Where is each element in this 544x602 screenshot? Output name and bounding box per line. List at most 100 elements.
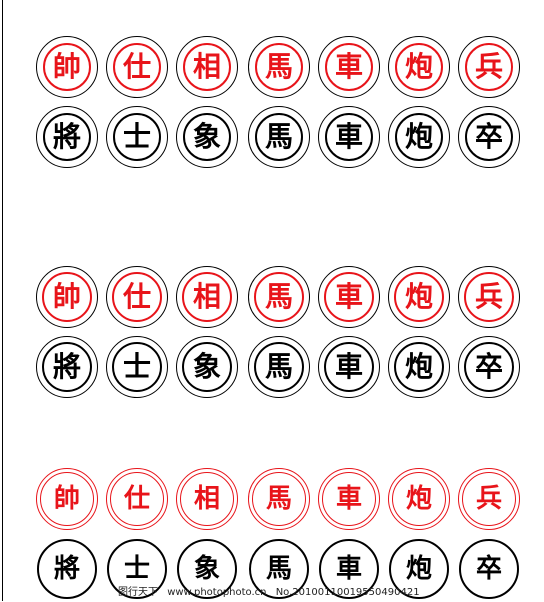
red-chess-piece: 相 bbox=[176, 468, 238, 530]
piece-character: 卒 bbox=[474, 120, 503, 153]
piece-character: 兵 bbox=[474, 50, 503, 83]
piece-inner-ring: 象 bbox=[182, 342, 232, 392]
piece-inner-ring: 相 bbox=[183, 43, 231, 91]
black-chess-piece: 車 bbox=[318, 336, 380, 398]
piece-inner-ring: 車 bbox=[325, 113, 373, 161]
piece-character: 象 bbox=[192, 120, 221, 153]
piece-character: 將 bbox=[52, 120, 81, 153]
watermark-url: www.photophoto.cn bbox=[167, 587, 267, 598]
piece-inner-ring: 馬 bbox=[254, 342, 304, 392]
black-piece-row: 將 士象馬 車 炮 卒 bbox=[0, 336, 544, 400]
piece-inner-ring: 炮 bbox=[394, 272, 444, 322]
red-chess-piece: 仕 bbox=[106, 36, 168, 98]
piece-character: 士 bbox=[123, 554, 150, 584]
piece-character: 將 bbox=[52, 350, 81, 383]
piece-character: 仕 bbox=[123, 484, 150, 514]
piece-character: 相 bbox=[192, 50, 221, 83]
piece-inner-ring: 仕 bbox=[110, 472, 164, 526]
piece-inner-ring: 炮 bbox=[392, 472, 446, 526]
piece-character: 車 bbox=[334, 120, 363, 153]
black-chess-piece: 馬 bbox=[248, 336, 310, 398]
black-chess-piece: 將 bbox=[36, 538, 98, 600]
piece-character: 馬 bbox=[264, 350, 293, 383]
piece-character: 車 bbox=[335, 484, 362, 514]
red-chess-piece: 相 bbox=[176, 266, 238, 328]
black-chess-piece: 象 bbox=[176, 106, 238, 168]
red-chess-piece: 馬 bbox=[248, 36, 310, 98]
piece-inner-ring: 帥 bbox=[40, 472, 94, 526]
red-chess-piece: 炮 bbox=[388, 36, 450, 98]
red-chess-piece: 帥 bbox=[36, 36, 98, 98]
piece-inner-ring: 炮 bbox=[395, 43, 443, 91]
piece-character: 馬 bbox=[265, 484, 292, 514]
piece-character: 仕 bbox=[122, 280, 151, 313]
piece-inner-ring: 兵 bbox=[465, 43, 513, 91]
watermark-number: No.20100110019550490421 bbox=[275, 587, 420, 598]
red-chess-piece: 兵 bbox=[458, 468, 520, 530]
red-piece-row: 帥 仕 相 馬 車炮兵 bbox=[0, 266, 544, 330]
piece-character: 兵 bbox=[475, 484, 502, 514]
piece-character: 帥 bbox=[53, 484, 80, 514]
black-chess-piece: 馬 bbox=[248, 106, 310, 168]
red-chess-piece: 炮 bbox=[388, 468, 450, 530]
piece-character: 將 bbox=[53, 554, 80, 584]
red-chess-piece: 炮 bbox=[388, 266, 450, 328]
black-chess-piece: 車 bbox=[318, 106, 380, 168]
red-chess-piece: 車 bbox=[318, 266, 380, 328]
piece-character: 象 bbox=[193, 554, 220, 584]
red-chess-piece: 相 bbox=[176, 36, 238, 98]
red-chess-piece: 車 bbox=[318, 36, 380, 98]
piece-inner-ring: 仕 bbox=[113, 43, 161, 91]
piece-character: 炮 bbox=[405, 484, 432, 514]
piece-character: 炮 bbox=[404, 120, 433, 153]
red-chess-piece: 仕 bbox=[106, 266, 168, 328]
black-chess-piece: 象 bbox=[176, 336, 238, 398]
piece-inner-ring: 車 bbox=[324, 342, 374, 392]
piece-character: 士 bbox=[122, 120, 151, 153]
watermark-site-name: 图行天下 bbox=[118, 587, 158, 598]
red-chess-piece: 馬 bbox=[248, 266, 310, 328]
black-chess-piece: 將 bbox=[36, 336, 98, 398]
piece-inner-ring: 將 bbox=[43, 113, 91, 161]
piece-character: 炮 bbox=[404, 50, 433, 83]
piece-inner-ring: 炮 bbox=[394, 342, 444, 392]
piece-character: 馬 bbox=[264, 280, 293, 313]
red-chess-piece: 兵 bbox=[458, 36, 520, 98]
piece-character: 馬 bbox=[265, 554, 292, 584]
red-chess-piece: 帥 bbox=[36, 266, 98, 328]
piece-character: 卒 bbox=[474, 350, 503, 383]
piece-inner-ring: 兵 bbox=[464, 272, 514, 322]
red-chess-piece: 兵 bbox=[458, 266, 520, 328]
piece-character: 炮 bbox=[404, 350, 433, 383]
piece-inner-ring: 象 bbox=[183, 113, 231, 161]
piece-character: 馬 bbox=[264, 50, 293, 83]
piece-inner-ring: 馬 bbox=[252, 472, 306, 526]
piece-inner-ring: 卒 bbox=[464, 342, 514, 392]
piece-inner-ring: 馬 bbox=[255, 113, 303, 161]
piece-inner-ring: 車 bbox=[325, 43, 373, 91]
piece-inner-ring: 士 bbox=[113, 113, 161, 161]
red-chess-piece: 仕 bbox=[106, 468, 168, 530]
piece-character: 帥 bbox=[52, 280, 81, 313]
piece-inner-ring: 馬 bbox=[254, 272, 304, 322]
black-chess-piece: 士 bbox=[106, 106, 168, 168]
red-piece-row: 帥仕相馬車炮兵 bbox=[0, 468, 544, 532]
piece-character: 相 bbox=[192, 280, 221, 313]
piece-inner-ring: 相 bbox=[182, 272, 232, 322]
black-chess-piece: 士 bbox=[106, 336, 168, 398]
piece-inner-ring: 帥 bbox=[42, 272, 92, 322]
watermark-footer: 图行天下 www.photophoto.cn No.20100110019550… bbox=[118, 584, 544, 601]
piece-character: 相 bbox=[193, 484, 220, 514]
piece-character: 車 bbox=[335, 554, 362, 584]
piece-character: 士 bbox=[122, 350, 151, 383]
piece-inner-ring: 將 bbox=[37, 539, 97, 599]
black-piece-row: 將 士 象 馬車 炮 卒 bbox=[0, 106, 544, 170]
piece-character: 卒 bbox=[475, 554, 502, 584]
piece-inner-ring: 仕 bbox=[112, 272, 162, 322]
black-chess-piece: 將 bbox=[36, 106, 98, 168]
piece-character: 車 bbox=[334, 350, 363, 383]
red-chess-piece: 馬 bbox=[248, 468, 310, 530]
piece-character: 車 bbox=[334, 280, 363, 313]
piece-inner-ring: 帥 bbox=[43, 43, 91, 91]
piece-inner-ring: 相 bbox=[180, 472, 234, 526]
